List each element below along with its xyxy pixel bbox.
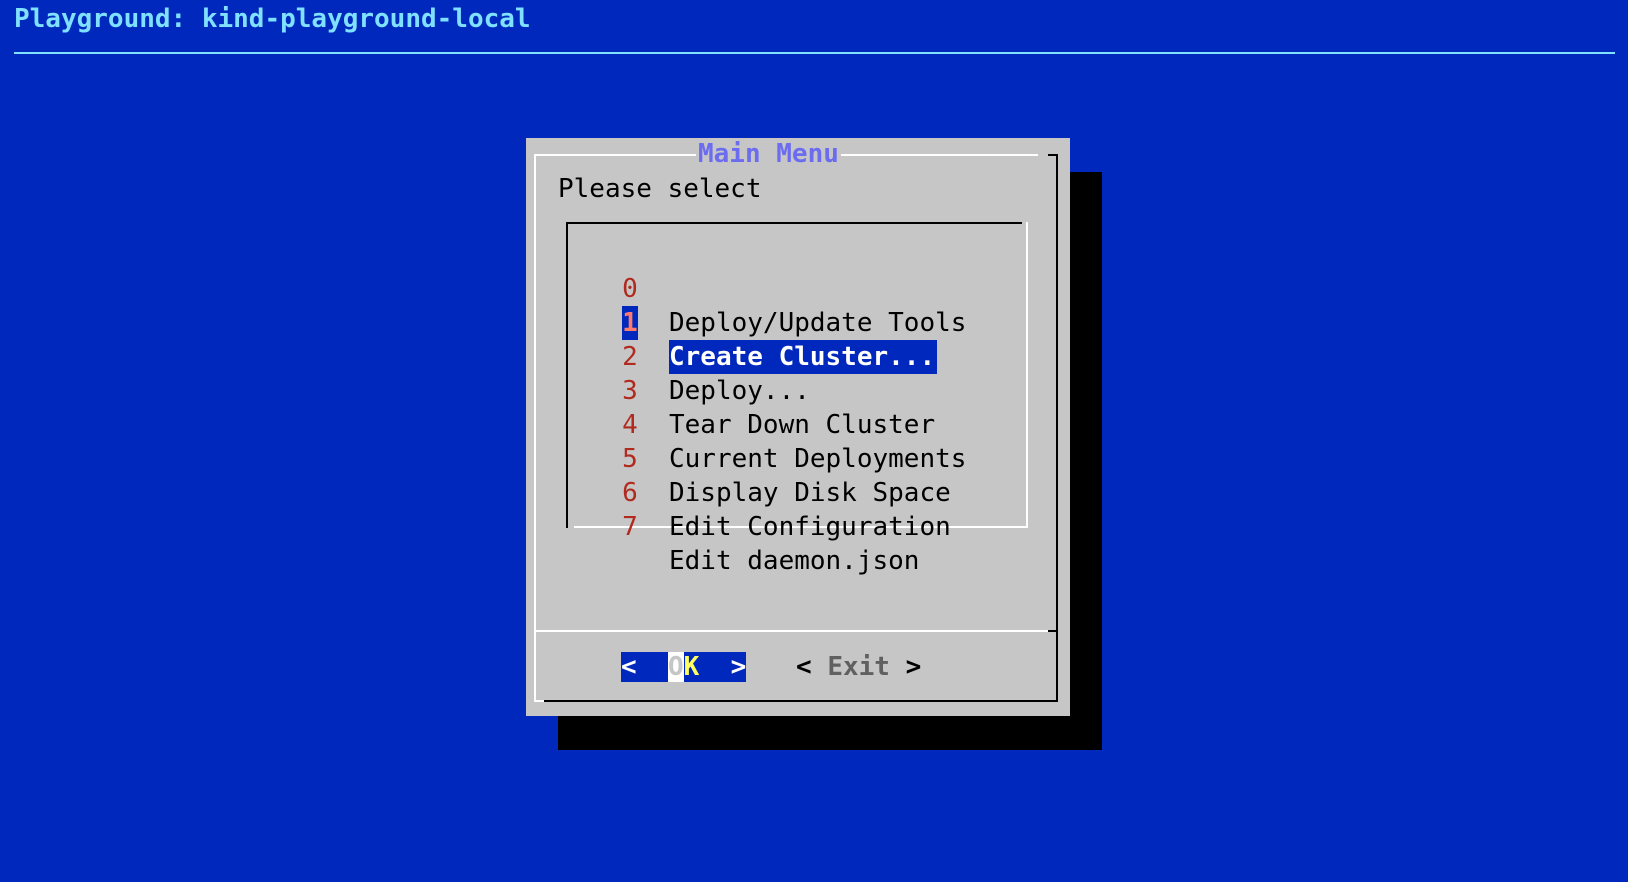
title-divider: [14, 52, 1615, 54]
button-bar-separator: [534, 630, 1050, 632]
ok-right-bracket: >: [730, 652, 747, 682]
ok-hotkey-first: O: [667, 652, 684, 682]
menu-item-label: Create Cluster...: [669, 340, 938, 374]
menu-item-label: Deploy/Update Tools: [669, 308, 967, 338]
menu-item-create-cluster[interactable]: 1 Create Cluster...: [566, 272, 938, 374]
terminal-title: Playground: kind-playground-local: [14, 4, 531, 34]
frame-right: [1056, 154, 1058, 702]
menu-list: 0 Deploy/Update Tools 1 Create Cluster..…: [566, 222, 1028, 576]
menu-item-deploy[interactable]: 2 Deploy...: [566, 306, 810, 406]
exit-right-bracket: >: [889, 652, 922, 682]
menu-item-deploy-update-tools[interactable]: 0 Deploy/Update Tools: [566, 238, 966, 338]
menu-item-tear-down-cluster[interactable]: 3 Tear Down Cluster: [566, 340, 935, 440]
ok-left-bracket: <: [621, 652, 637, 682]
menu-item-label: Deploy...: [669, 376, 810, 406]
menu-item-label: Edit daemon.json: [669, 546, 920, 576]
frame-top-right: [1048, 154, 1058, 156]
menu-item-current-deployments[interactable]: 4 Current Deployments: [566, 374, 966, 474]
menu-item-label: Tear Down Cluster: [669, 410, 936, 440]
menu-item-label: Current Deployments: [669, 444, 967, 474]
main-menu-dialog: Main Menu Please select 0 Deploy/Update …: [526, 138, 1070, 716]
menu-frame-right: [1026, 222, 1028, 528]
menu-item-edit-daemon-json[interactable]: 7 Edit daemon.json: [566, 476, 919, 576]
ok-button[interactable]: < OK >: [621, 650, 747, 684]
ok-button-right: >: [699, 652, 747, 682]
menu-frame-top: [566, 222, 1022, 224]
menu-item-display-disk-space[interactable]: 5 Display Disk Space: [566, 408, 951, 508]
dialog-prompt: Please select: [558, 174, 762, 204]
ok-hotkey-second: K: [683, 652, 700, 682]
menu-item-label: Display Disk Space: [669, 478, 951, 508]
menu-item-tag: 7: [622, 512, 638, 542]
exit-left-bracket: <: [796, 652, 828, 682]
menu-item-label: Edit Configuration: [669, 512, 951, 542]
exit-label: Exit: [827, 652, 890, 682]
dialog-title: Main Menu: [696, 138, 841, 170]
menu-item-edit-configuration[interactable]: 6 Edit Configuration: [566, 442, 951, 542]
frame-left: [534, 154, 536, 702]
frame-bottom-left: [534, 700, 544, 702]
frame-bottom: [542, 700, 1058, 702]
exit-button[interactable]: < Exit >: [796, 650, 921, 684]
button-bar-separator-end: [1048, 630, 1058, 632]
ok-button-left: <: [621, 652, 668, 682]
